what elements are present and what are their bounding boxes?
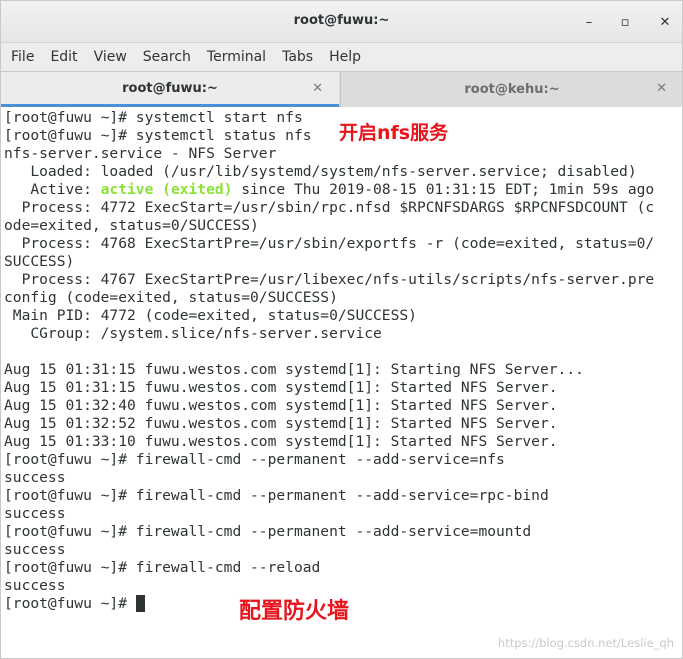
annotation-start-nfs: 开启nfs服务 bbox=[339, 122, 449, 144]
terminal-line: Aug 15 01:32:40 fuwu.westos.com systemd[… bbox=[4, 397, 558, 414]
active-status-line: Active: active (exited) since Thu 2019-0… bbox=[4, 181, 682, 199]
terminal-line: [root@fuwu ~]# firewall-cmd --reload bbox=[4, 559, 321, 576]
terminal-line: Aug 15 01:31:15 fuwu.westos.com systemd[… bbox=[4, 379, 558, 396]
tab-fuwu[interactable]: root@fuwu:~ ✕ bbox=[1, 72, 339, 107]
watermark: https://blog.csdn.net/Leslie_qh bbox=[497, 636, 674, 650]
terminal-line: Loaded: loaded (/usr/lib/systemd/system/… bbox=[4, 163, 637, 180]
terminal-cursor bbox=[135, 595, 145, 612]
menu-bar: File Edit View Search Terminal Tabs Help bbox=[1, 43, 682, 71]
close-tab-icon[interactable]: ✕ bbox=[312, 81, 323, 96]
terminal-line: Process: 4772 ExecStart=/usr/sbin/rpc.nf… bbox=[4, 199, 655, 216]
title-bar[interactable]: root@fuwu:~ – ▫ ✕ bbox=[1, 1, 682, 43]
terminal-window: root@fuwu:~ – ▫ ✕ File Edit View Search … bbox=[0, 0, 683, 659]
active-label: Active: bbox=[4, 181, 101, 198]
menu-view[interactable]: View bbox=[86, 43, 135, 71]
terminal-line: [root@fuwu ~]# firewall-cmd --permanent … bbox=[4, 523, 532, 540]
terminal-output[interactable]: [root@fuwu ~]# systemctl start nfs [root… bbox=[4, 107, 682, 658]
terminal-line: Main PID: 4772 (code=exited, status=0/SU… bbox=[4, 307, 417, 324]
tab-label: root@fuwu:~ bbox=[122, 80, 218, 96]
terminal-line: [root@fuwu ~]# firewall-cmd --permanent … bbox=[4, 451, 505, 468]
terminal-line: ode=exited, status=0/SUCCESS) bbox=[4, 217, 259, 234]
close-window-button[interactable]: ✕ bbox=[652, 9, 678, 35]
close-tab-icon[interactable]: ✕ bbox=[656, 81, 667, 96]
tab-kehu[interactable]: root@kehu:~ ✕ bbox=[340, 72, 682, 107]
terminal-line: Aug 15 01:31:15 fuwu.westos.com systemd[… bbox=[4, 361, 584, 378]
tab-bar: root@fuwu:~ ✕ root@kehu:~ ✕ bbox=[1, 71, 682, 107]
terminal-line: Process: 4768 ExecStartPre=/usr/sbin/exp… bbox=[4, 235, 655, 252]
terminal-lines: [root@fuwu ~]# systemctl start nfs [root… bbox=[4, 107, 682, 613]
menu-edit[interactable]: Edit bbox=[42, 43, 85, 71]
terminal-line: config (code=exited, status=0/SUCCESS) bbox=[4, 289, 338, 306]
active-since: since Thu 2019-08-15 01:31:15 EDT; 1min … bbox=[232, 181, 655, 198]
terminal-line: Aug 15 01:33:10 fuwu.westos.com systemd[… bbox=[4, 433, 558, 450]
terminal-line: success bbox=[4, 541, 66, 558]
tab-label: root@kehu:~ bbox=[464, 82, 560, 97]
terminal-line: SUCCESS) bbox=[4, 253, 75, 270]
menu-file[interactable]: File bbox=[3, 43, 42, 71]
terminal-line: CGroup: /system.slice/nfs-server.service bbox=[4, 325, 382, 342]
menu-help[interactable]: Help bbox=[321, 43, 369, 71]
annotation-firewall: 配置防火墙 bbox=[239, 599, 350, 624]
terminal-line: Process: 4767 ExecStartPre=/usr/libexec/… bbox=[4, 271, 655, 288]
menu-tabs[interactable]: Tabs bbox=[274, 43, 321, 71]
terminal-line: success bbox=[4, 469, 66, 486]
menu-terminal[interactable]: Terminal bbox=[199, 43, 274, 71]
terminal-line: [root@fuwu ~]# firewall-cmd --permanent … bbox=[4, 487, 549, 504]
menu-search[interactable]: Search bbox=[135, 43, 199, 71]
terminal-line: Aug 15 01:32:52 fuwu.westos.com systemd[… bbox=[4, 415, 558, 432]
terminal-line: nfs-server.service - NFS Server bbox=[4, 145, 277, 162]
minimize-button[interactable]: – bbox=[576, 9, 602, 35]
prompt: [root@fuwu ~]# bbox=[4, 595, 136, 612]
terminal-line: success bbox=[4, 505, 66, 522]
maximize-button[interactable]: ▫ bbox=[612, 9, 638, 35]
active-status: active (exited) bbox=[100, 181, 233, 198]
